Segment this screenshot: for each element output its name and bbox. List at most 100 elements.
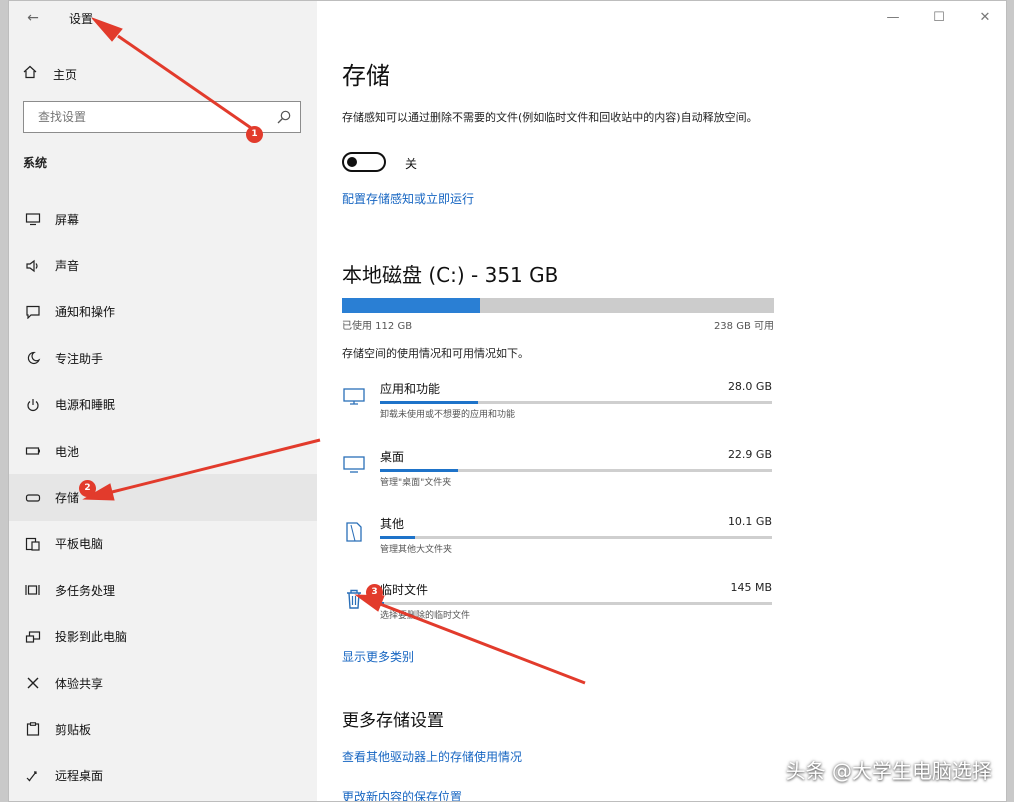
home-icon	[23, 65, 41, 83]
category-other[interactable]: 其他 10.1 GB 管理其他大文件夹	[342, 515, 772, 565]
sidebar-item-label: 屏幕	[55, 212, 80, 227]
sidebar-item-display[interactable]: 屏幕	[9, 196, 317, 242]
used-space-label: 已使用 112 GB	[342, 321, 413, 332]
battery-icon	[23, 443, 43, 459]
annotation-badge-3: 3	[366, 584, 383, 601]
category-size: 22.9 GB	[727, 448, 772, 461]
drive-usage-bar	[342, 298, 774, 313]
other-drives-usage-link[interactable]: 查看其他驱动器上的存储使用情况	[342, 748, 522, 765]
sidebar-item-tablet[interactable]: 平板电脑	[9, 521, 317, 567]
sidebar-item-shared-experiences[interactable]: 体验共享	[9, 660, 317, 706]
category-bar-fill	[380, 602, 384, 605]
monitor-icon	[23, 211, 43, 227]
category-bar-fill	[380, 401, 478, 404]
sidebar-item-power[interactable]: 电源和睡眠	[9, 382, 317, 428]
category-bar	[380, 401, 772, 404]
sidebar-item-label: 声音	[55, 259, 80, 274]
category-temp-files[interactable]: 临时文件 145 MB 选择要删除的临时文件	[342, 581, 772, 631]
category-size: 28.0 GB	[727, 380, 772, 393]
sidebar-nav: 屏幕 声音 通知和操作 专注助手 电源和睡眠 电池 存储 平板电脑 多任务处理 …	[9, 196, 317, 799]
search-input[interactable]	[24, 102, 264, 132]
category-subtitle: 管理"桌面"文件夹	[380, 478, 452, 488]
sidebar-item-label: 存储	[55, 491, 80, 506]
change-save-location-link[interactable]: 更改新内容的保存位置	[342, 788, 462, 801]
notification-icon	[23, 304, 43, 320]
sidebar-item-label: 投影到此电脑	[55, 630, 128, 645]
other-icon	[342, 521, 366, 543]
category-name: 应用和功能	[380, 382, 441, 396]
sidebar-item-label: 电源和睡眠	[55, 398, 116, 413]
sidebar-item-label: 剪贴板	[55, 722, 92, 737]
storage-page: — ☐ ✕ 存储 存储感知可以通过删除不需要的文件(例如临时文件和回收站中的内容…	[317, 1, 1006, 801]
trash-icon	[342, 587, 366, 609]
category-bar	[380, 469, 772, 472]
share-icon	[23, 675, 43, 691]
multitask-icon	[23, 582, 43, 598]
category-subtitle: 选择要删除的临时文件	[380, 611, 471, 621]
maximize-button[interactable]: ☐	[916, 1, 962, 35]
category-size: 10.1 GB	[727, 515, 772, 528]
sidebar: ← 设置 主页 系统 屏幕 声音	[9, 1, 317, 801]
sidebar-item-focus-assist[interactable]: 专注助手	[9, 335, 317, 381]
category-subtitle: 卸载未使用或不想要的应用和功能	[380, 410, 516, 420]
drive-usage-fill	[342, 298, 481, 313]
sidebar-item-label: 多任务处理	[55, 583, 116, 598]
remote-icon	[23, 768, 43, 784]
sidebar-item-label: 电池	[55, 444, 80, 459]
tablet-icon	[23, 536, 43, 552]
storage-icon	[23, 490, 43, 506]
power-icon	[23, 397, 43, 413]
sidebar-item-label: 专注助手	[55, 351, 104, 366]
clipboard-icon	[23, 721, 43, 737]
sidebar-item-storage[interactable]: 存储	[9, 474, 317, 521]
category-size: 145 MB	[730, 581, 772, 594]
storage-sense-toggle[interactable]	[342, 152, 386, 172]
sidebar-item-clipboard[interactable]: 剪贴板	[9, 706, 317, 752]
speaker-icon	[23, 258, 43, 274]
category-bar	[380, 536, 772, 539]
more-storage-settings-title: 更多存储设置	[342, 711, 444, 731]
sidebar-item-label: 平板电脑	[55, 537, 104, 552]
project-icon	[23, 629, 43, 645]
sidebar-item-notifications[interactable]: 通知和操作	[9, 289, 317, 335]
configure-storage-sense-link[interactable]: 配置存储感知或立即运行	[342, 190, 474, 207]
sidebar-item-projecting[interactable]: 投影到此电脑	[9, 614, 317, 660]
home-label: 主页	[53, 67, 78, 82]
annotation-badge-1: 1	[246, 126, 263, 143]
category-desktop[interactable]: 桌面 22.9 GB 管理"桌面"文件夹	[342, 448, 772, 498]
search-icon[interactable]	[276, 109, 292, 125]
sidebar-item-label: 体验共享	[55, 676, 104, 691]
home-nav-item[interactable]: 主页	[23, 64, 77, 84]
toggle-state-label: 关	[405, 157, 418, 171]
sidebar-item-remote-desktop[interactable]: 远程桌面	[9, 753, 317, 799]
watermark: 头条 @大学生电脑选择	[785, 759, 992, 783]
category-name: 临时文件	[380, 583, 429, 597]
close-button[interactable]: ✕	[962, 1, 1006, 35]
apps-icon	[342, 386, 366, 408]
category-subtitle: 管理其他大文件夹	[380, 545, 453, 555]
settings-window: ← 设置 主页 系统 屏幕 声音	[8, 0, 1007, 802]
category-bar-fill	[380, 536, 416, 539]
usage-note: 存储空间的使用情况和可用情况如下。	[342, 347, 529, 360]
category-apps[interactable]: 应用和功能 28.0 GB 卸载未使用或不想要的应用和功能	[342, 380, 772, 430]
window-title: 设置	[69, 12, 94, 26]
window-controls: — ☐ ✕	[870, 1, 1006, 35]
drive-title: 本地磁盘 (C:) - 351 GB	[342, 263, 559, 287]
section-title: 系统	[23, 156, 48, 170]
sidebar-item-battery[interactable]: 电池	[9, 428, 317, 474]
sidebar-item-label: 远程桌面	[55, 769, 104, 784]
toggle-knob	[347, 157, 357, 167]
sidebar-item-sound[interactable]: 声音	[9, 242, 317, 288]
page-title: 存储	[342, 62, 390, 90]
show-more-categories-link[interactable]: 显示更多类别	[342, 648, 414, 665]
title-bar: ← 设置	[9, 1, 317, 35]
category-bar	[380, 602, 772, 605]
back-button[interactable]: ←	[21, 7, 45, 29]
desktop-icon	[342, 454, 366, 476]
sidebar-item-label: 通知和操作	[55, 305, 116, 320]
annotation-badge-2: 2	[79, 480, 96, 497]
minimize-button[interactable]: —	[870, 1, 916, 35]
available-space-label: 238 GB 可用	[713, 321, 774, 332]
sidebar-item-multitasking[interactable]: 多任务处理	[9, 567, 317, 613]
storage-sense-description: 存储感知可以通过删除不需要的文件(例如临时文件和回收站中的内容)自动释放空间。	[342, 111, 758, 124]
